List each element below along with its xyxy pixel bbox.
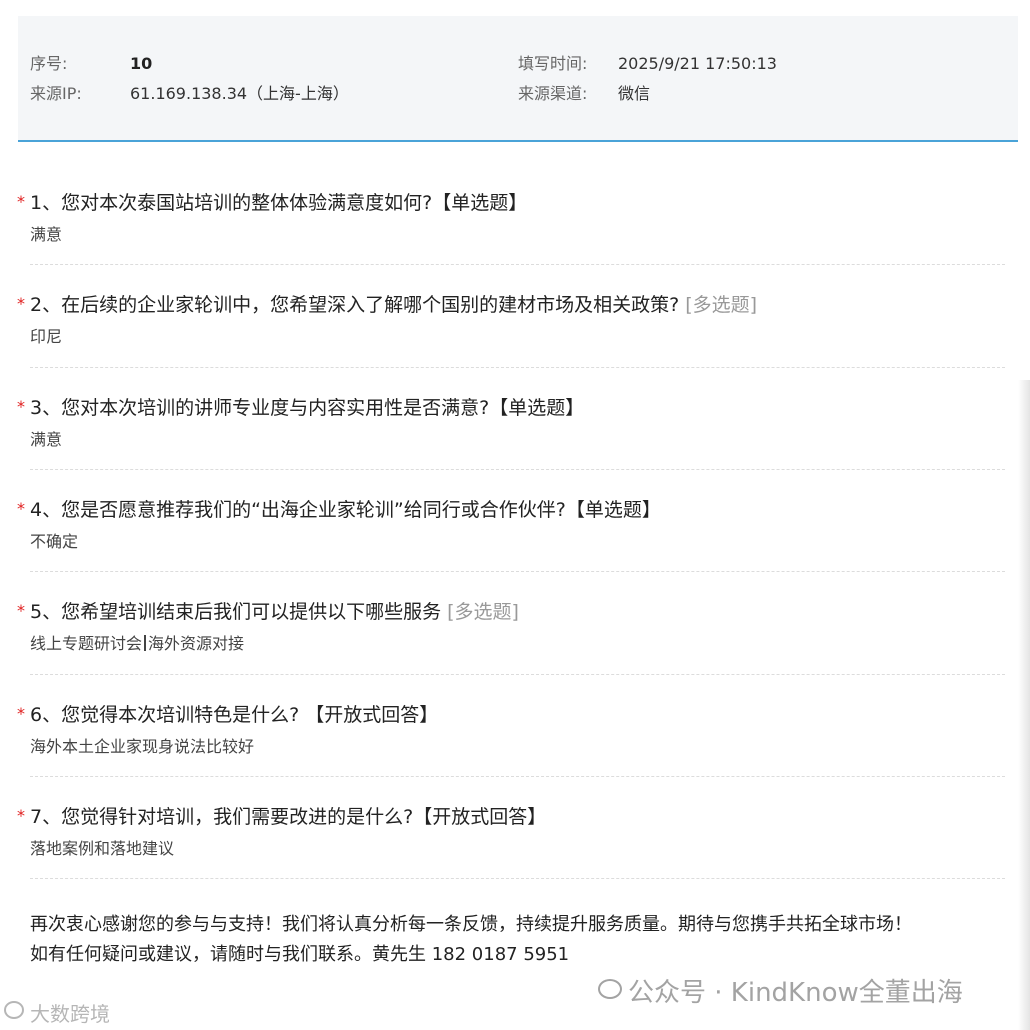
question-5-type: [多选题]: [447, 601, 519, 623]
question-7-text: 7、您觉得针对培训，我们需要改进的是什么?: [30, 806, 414, 828]
ip-label: 来源IP:: [30, 84, 82, 103]
question-3: * 3、您对本次培训的讲师专业度与内容实用性是否满意?【单选题】 满意: [17, 395, 1005, 470]
answer-option-a: 线上专题研讨会: [30, 634, 143, 653]
wechat-watermark: 公众号 · KindKnow全董出海: [598, 972, 963, 1009]
question-5-text: 5、您希望培训结束后我们可以提供以下哪些服务: [30, 601, 442, 623]
channel-label: 来源渠道:: [518, 84, 588, 103]
question-1-text: 1、您对本次泰国站培训的整体体验满意度如何?: [30, 192, 433, 214]
question-1-title: * 1、您对本次泰国站培训的整体体验满意度如何?【单选题】: [17, 190, 1005, 216]
question-1-answer: 满意: [30, 225, 63, 244]
question-3-text: 3、您对本次培训的讲师专业度与内容实用性是否满意?: [30, 397, 490, 419]
question-2-type: [多选题]: [685, 294, 758, 316]
question-2: * 2、在后续的企业家轮训中，您希望深入了解哪个国别的建材市场及相关政策? [多选…: [17, 292, 1005, 368]
question-6-text: 6、您觉得本次培训特色是什么?: [30, 704, 306, 726]
question-7: * 7、您觉得针对培训，我们需要改进的是什么?【开放式回答】 落地案例和落地建议: [17, 804, 1005, 879]
question-5-answer: 线上专题研讨会 海外资源对接: [30, 633, 1005, 655]
question-6: * 6、您觉得本次培训特色是什么? 【开放式回答】 海外本土企业家现身说法比较好: [17, 702, 1005, 777]
required-mark: *: [17, 397, 25, 416]
question-5: * 5、您希望培训结束后我们可以提供以下哪些服务 [多选题] 线上专题研讨会 海外资…: [17, 599, 1005, 675]
answer-option-b: 海外资源对接: [148, 634, 245, 653]
channel-value: 微信: [618, 84, 651, 103]
closing-thanks: 再次衷心感谢您的参与与支持！我们将认真分析每一条反馈，持续提升服务质量。期待与您…: [30, 914, 912, 935]
response-meta-panel: 序号: 10 来源IP: 61.169.138.34（上海-上海） 填写时间: 202…: [18, 16, 1018, 142]
question-1: * 1、您对本次泰国站培训的整体体验满意度如何?【单选题】 满意: [17, 190, 1005, 265]
question-4: * 4、您是否愿意推荐我们的“出海企业家轮训”给同行或合作伙伴?【单选题】 不确定: [17, 497, 1005, 572]
watermark-text: 公众号 · KindKnow全董出海: [628, 978, 963, 1008]
closing-contact: 如有任何疑问或建议，请随时与我们联系。黄先生 182 0187 5951: [30, 944, 570, 965]
question-4-title: * 4、您是否愿意推荐我们的“出海企业家轮训”给同行或合作伙伴?【单选题】: [17, 497, 1005, 523]
required-mark: *: [17, 192, 25, 211]
question-2-title: * 2、在后续的企业家轮训中，您希望深入了解哪个国别的建材市场及相关政策? [多选…: [17, 292, 1005, 318]
question-4-text: 4、您是否愿意推荐我们的“出海企业家轮训”给同行或合作伙伴?: [30, 499, 566, 521]
seq-label: 序号:: [30, 54, 68, 73]
question-4-answer: 不确定: [30, 532, 79, 551]
answer-separator: [144, 635, 147, 651]
closing-message: 再次衷心感谢您的参与与支持！我们将认真分析每一条反馈，持续提升服务质量。期待与您…: [30, 910, 990, 970]
question-1-type: 【单选题】: [432, 192, 528, 214]
question-3-answer: 满意: [30, 430, 63, 449]
question-6-answer: 海外本土企业家现身说法比较好: [30, 737, 255, 756]
question-3-type: 【单选题】: [489, 397, 585, 419]
required-mark: *: [17, 294, 25, 313]
seq-value: 10: [130, 54, 153, 73]
corner-watermark: 大数跨境: [4, 998, 110, 1027]
question-7-type: 【开放式回答】: [413, 806, 547, 828]
required-mark: *: [17, 601, 25, 620]
corner-watermark-text: 大数跨境: [30, 1002, 110, 1026]
question-7-title: * 7、您觉得针对培训，我们需要改进的是什么?【开放式回答】: [17, 804, 1005, 830]
required-mark: *: [17, 806, 25, 825]
required-mark: *: [17, 704, 25, 723]
question-5-title: * 5、您希望培训结束后我们可以提供以下哪些服务 [多选题]: [17, 599, 1005, 625]
ip-row: 来源IP: 61.169.138.34（上海-上海）: [30, 84, 349, 104]
required-mark: *: [17, 499, 25, 518]
question-2-text: 2、在后续的企业家轮训中，您希望深入了解哪个国别的建材市场及相关政策?: [30, 294, 680, 316]
question-2-answer: 印尼: [30, 327, 63, 346]
question-6-title: * 6、您觉得本次培训特色是什么? 【开放式回答】: [17, 702, 1005, 728]
ip-value: 61.169.138.34（上海-上海）: [130, 84, 349, 103]
question-3-title: * 3、您对本次培训的讲师专业度与内容实用性是否满意?【单选题】: [17, 395, 1005, 421]
wechat-icon: [598, 979, 622, 999]
question-6-type: 【开放式回答】: [305, 704, 439, 726]
channel-row: 来源渠道: 微信: [518, 84, 650, 104]
question-4-type: 【单选题】: [565, 499, 661, 521]
scroll-edge-shadow: [1018, 380, 1030, 1030]
weibo-icon: [4, 1001, 24, 1019]
seq-row: 序号: 10: [30, 54, 152, 74]
question-7-answer: 落地案例和落地建议: [30, 839, 175, 858]
time-row: 填写时间: 2025/9/21 17:50:13: [518, 54, 777, 74]
time-label: 填写时间:: [518, 54, 588, 73]
time-value: 2025/9/21 17:50:13: [618, 54, 777, 73]
